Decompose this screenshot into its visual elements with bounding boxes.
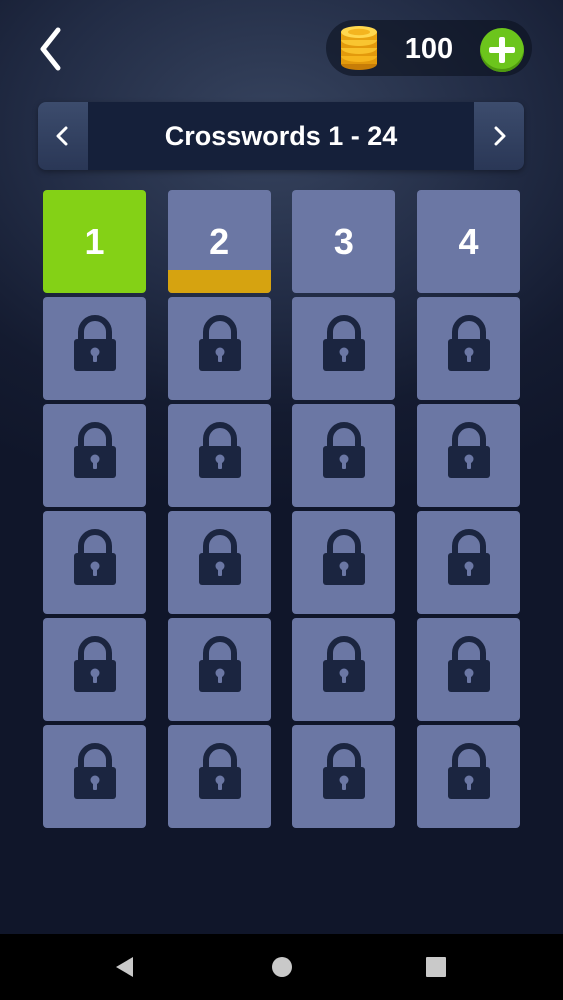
lock-icon	[323, 743, 366, 799]
level-number: 1	[84, 221, 105, 262]
level-tile-15[interactable]	[292, 511, 396, 614]
lock-icon	[198, 636, 241, 692]
next-page-button[interactable]	[474, 102, 524, 170]
lock-icon	[74, 636, 116, 692]
chevron-right-icon	[494, 126, 506, 146]
triangle-back-icon[interactable]	[108, 951, 140, 983]
level-tile-19[interactable]	[292, 618, 396, 721]
level-tile-2[interactable]: 2	[167, 190, 271, 293]
level-number: 3	[333, 221, 354, 262]
level-tile-11[interactable]	[292, 404, 396, 507]
level-grid: 1 2 3 4	[43, 190, 521, 828]
lock-icon	[323, 315, 366, 371]
page-title: Crosswords 1 - 24	[164, 121, 398, 151]
lock-icon	[74, 422, 116, 478]
level-tile-21[interactable]	[43, 725, 146, 828]
lock-icon	[323, 422, 366, 478]
plus-icon	[489, 37, 515, 63]
level-tile-8[interactable]	[417, 297, 521, 400]
level-tile-3[interactable]: 3	[292, 190, 396, 293]
level-tile-13[interactable]	[43, 511, 146, 614]
lock-icon	[198, 743, 241, 799]
lock-icon	[448, 636, 491, 692]
level-tile-14[interactable]	[167, 511, 271, 614]
coin-count: 100	[404, 33, 454, 65]
level-tile-5[interactable]	[43, 297, 146, 400]
add-coins-button[interactable]	[480, 28, 524, 72]
level-tile-10[interactable]	[167, 404, 271, 507]
lock-icon	[198, 315, 241, 371]
lock-icon	[448, 743, 491, 799]
lock-icon	[323, 636, 366, 692]
level-tile-23[interactable]	[292, 725, 396, 828]
level-tile-9[interactable]	[43, 404, 146, 507]
lock-icon	[74, 315, 116, 371]
level-tile-6[interactable]	[167, 297, 271, 400]
lock-icon	[323, 529, 366, 585]
back-button[interactable]	[34, 24, 70, 74]
level-tile-16[interactable]	[417, 511, 521, 614]
lock-icon	[448, 529, 491, 585]
level-tile-1[interactable]: 1	[43, 190, 146, 293]
level-tile-17[interactable]	[43, 618, 146, 721]
previous-page-button[interactable]	[38, 102, 88, 170]
level-tile-18[interactable]	[167, 618, 271, 721]
level-tile-4[interactable]: 4	[417, 190, 521, 293]
chevron-left-icon	[56, 126, 68, 146]
lock-icon	[198, 422, 241, 478]
level-tile-20[interactable]	[417, 618, 521, 721]
lock-icon	[198, 529, 241, 585]
level-tile-12[interactable]	[417, 404, 521, 507]
level-tile-24[interactable]	[417, 725, 521, 828]
chevron-left-icon	[40, 27, 61, 71]
level-number: 4	[458, 221, 479, 262]
level-tile-7[interactable]	[292, 297, 396, 400]
level-progress-bar	[167, 270, 271, 293]
lock-icon	[74, 743, 116, 799]
coin-stack-icon	[341, 26, 377, 70]
lock-icon	[448, 422, 491, 478]
lock-icon	[74, 529, 116, 585]
level-tile-22[interactable]	[167, 725, 271, 828]
square-recents-icon[interactable]	[420, 951, 452, 983]
lock-icon	[448, 315, 491, 371]
circle-home-icon[interactable]	[266, 951, 298, 983]
